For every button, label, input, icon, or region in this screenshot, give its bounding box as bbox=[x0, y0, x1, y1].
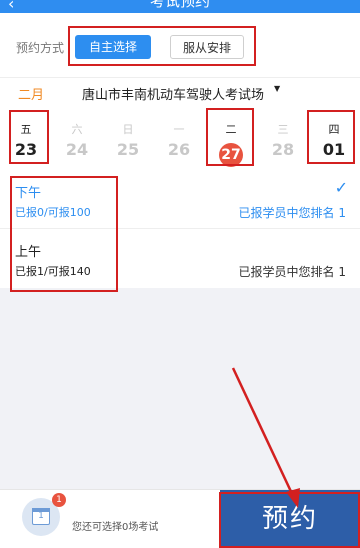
date-item-25[interactable]: 日 25 bbox=[102, 107, 154, 161]
booking-mode-row: 预约方式 自主选择 服从安排 bbox=[0, 13, 360, 77]
dropdown-caret-icon[interactable]: ▼ bbox=[274, 84, 280, 93]
selected-day-number: 27 bbox=[219, 143, 243, 167]
date-item-01[interactable]: 四 01 bbox=[308, 107, 360, 161]
title-bar: ‹ 考试预约 bbox=[0, 0, 360, 13]
follow-arrangement-button[interactable]: 服从安排 bbox=[170, 35, 244, 59]
venue-selector[interactable]: 唐山市丰南机动车驾驶人考试场 bbox=[82, 84, 264, 103]
bottom-bar: 1 1 您还可选择0场考试 预约 bbox=[0, 489, 360, 548]
arrow-line bbox=[231, 367, 296, 499]
weekday-label: 三 bbox=[277, 123, 289, 136]
day-number: 24 bbox=[65, 140, 89, 159]
day-number: 25 bbox=[116, 140, 140, 159]
page-title: 考试预约 bbox=[149, 0, 210, 10]
date-item-27[interactable]: 二 27 bbox=[205, 107, 257, 167]
session-rank: 已报学员中您排名 1 bbox=[238, 265, 346, 279]
checkmark-icon: ✓ bbox=[334, 178, 348, 197]
weekday-label: 日 bbox=[122, 123, 134, 136]
session-name: 上午 bbox=[15, 245, 42, 260]
weekday-label: 二 bbox=[225, 123, 237, 136]
weekday-label: 五 bbox=[20, 123, 32, 136]
date-item-28[interactable]: 三 28 bbox=[257, 107, 309, 161]
day-number: 28 bbox=[271, 140, 295, 159]
month-label: 二月 bbox=[18, 88, 45, 103]
session-afternoon[interactable]: 下午 已报0/可报100 已报学员中您排名 1 ✓ bbox=[0, 170, 360, 229]
count-badge: 1 bbox=[52, 493, 66, 507]
session-list: 下午 已报0/可报100 已报学员中您排名 1 ✓ 上午 已报1/可报140 已… bbox=[0, 170, 360, 288]
weekday-label: 四 bbox=[328, 123, 340, 136]
session-quota: 已报0/可报100 bbox=[15, 206, 91, 219]
session-name: 下午 bbox=[15, 186, 42, 201]
date-item-23[interactable]: 五 23 bbox=[0, 107, 52, 161]
booking-mode-label: 预约方式 bbox=[16, 41, 65, 55]
day-number: 23 bbox=[14, 140, 38, 159]
day-number: 26 bbox=[167, 140, 191, 159]
date-item-24[interactable]: 六 24 bbox=[51, 107, 103, 161]
book-button[interactable]: 预约 bbox=[220, 490, 360, 548]
weekday-label: 一 bbox=[173, 123, 185, 136]
session-morning[interactable]: 上午 已报1/可报140 已报学员中您排名 1 bbox=[0, 229, 360, 287]
date-strip: 五 23 六 24 日 25 一 26 二 27 三 28 四 01 bbox=[0, 107, 360, 171]
weekday-label: 六 bbox=[71, 123, 83, 136]
self-select-button[interactable]: 自主选择 bbox=[75, 35, 151, 59]
date-item-26[interactable]: 一 26 bbox=[153, 107, 205, 161]
remaining-text: 您还可选择0场考试 bbox=[72, 522, 159, 533]
location-row: 二月 唐山市丰南机动车驾驶人考试场 ▼ bbox=[0, 77, 360, 108]
session-rank: 已报学员中您排名 1 bbox=[238, 206, 346, 220]
calendar-day-label: 1 bbox=[32, 508, 50, 525]
day-number: 01 bbox=[322, 140, 346, 159]
session-quota: 已报1/可报140 bbox=[15, 265, 91, 278]
